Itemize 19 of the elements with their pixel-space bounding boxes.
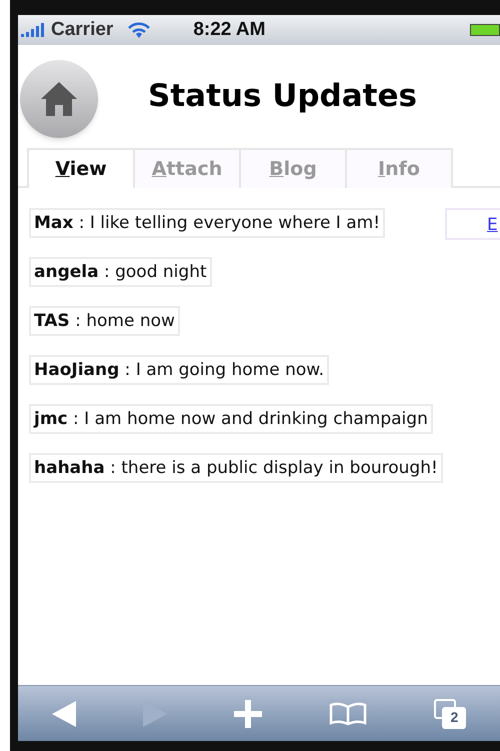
back-icon[interactable] xyxy=(52,700,76,726)
clock-time: 8:22 AM xyxy=(193,18,266,42)
status-update: Max : I like telling everyone where I am! xyxy=(29,208,386,238)
signal-icon xyxy=(21,22,47,38)
carrier-name: Carrier xyxy=(51,18,114,42)
tab[interactable]: View xyxy=(27,148,135,188)
status-update: hahaha : there is a public display in bourough! xyxy=(29,453,443,483)
status-update: TAS : home now xyxy=(29,306,180,336)
status-update: jmc : I am home now and drinking champaign xyxy=(29,404,433,434)
page-title: Status Updates xyxy=(148,77,417,116)
home-icon xyxy=(40,80,78,116)
edit-link[interactable]: E xyxy=(487,215,498,235)
status-update: HaoJiang : I am going home now. xyxy=(29,355,330,385)
battery-icon xyxy=(470,24,500,36)
page-count: 2 xyxy=(450,708,458,727)
add-icon[interactable] xyxy=(234,700,262,728)
wifi-icon xyxy=(127,21,152,39)
bookmarks-icon[interactable] xyxy=(329,702,368,726)
status-update: angela : good night xyxy=(29,257,212,287)
